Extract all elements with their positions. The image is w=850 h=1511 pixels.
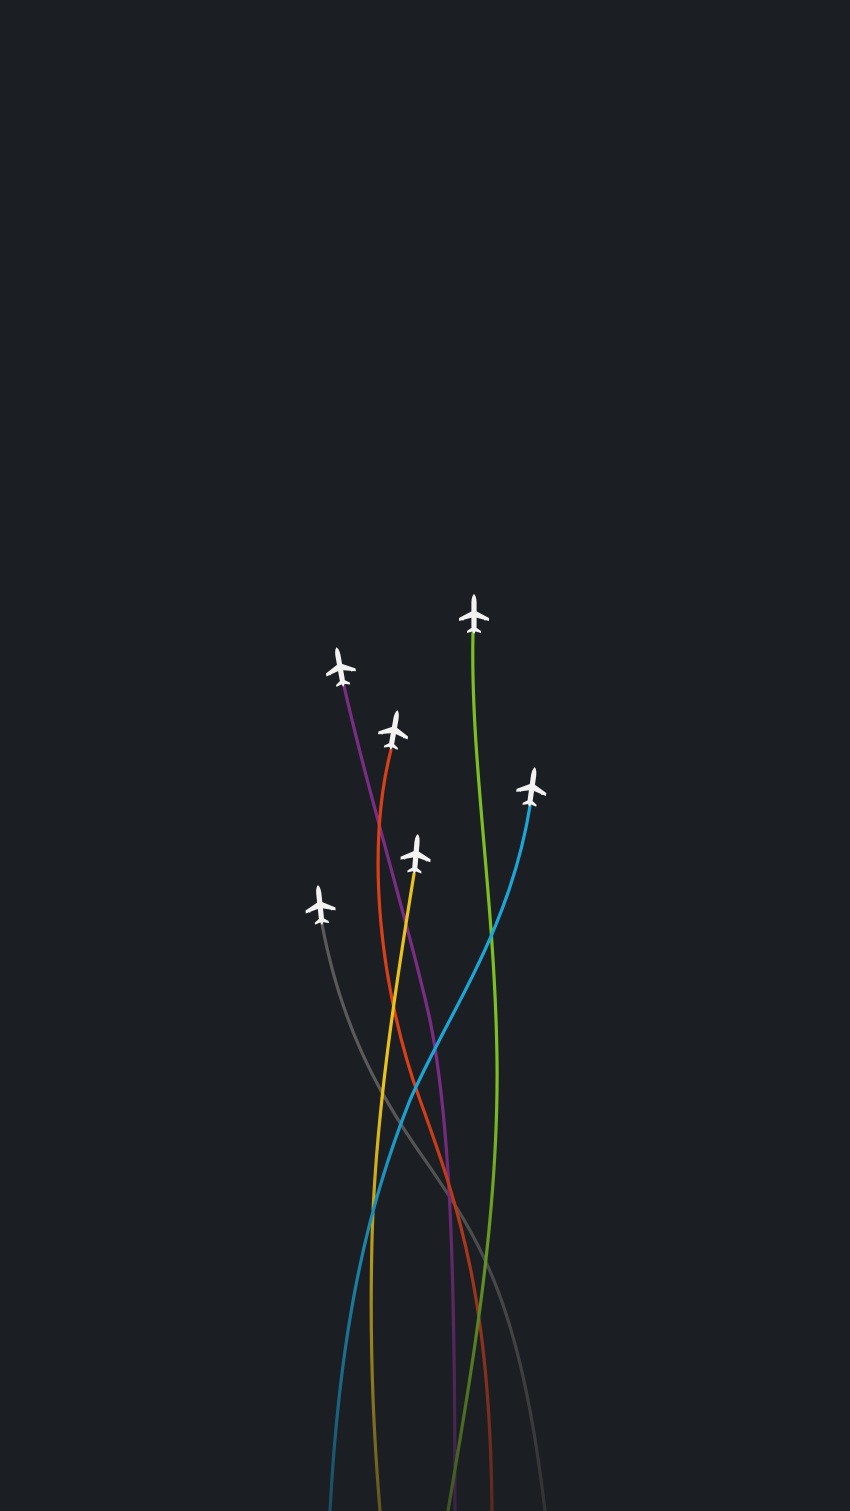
background	[0, 0, 850, 1511]
wallpaper-scene	[0, 0, 850, 1511]
